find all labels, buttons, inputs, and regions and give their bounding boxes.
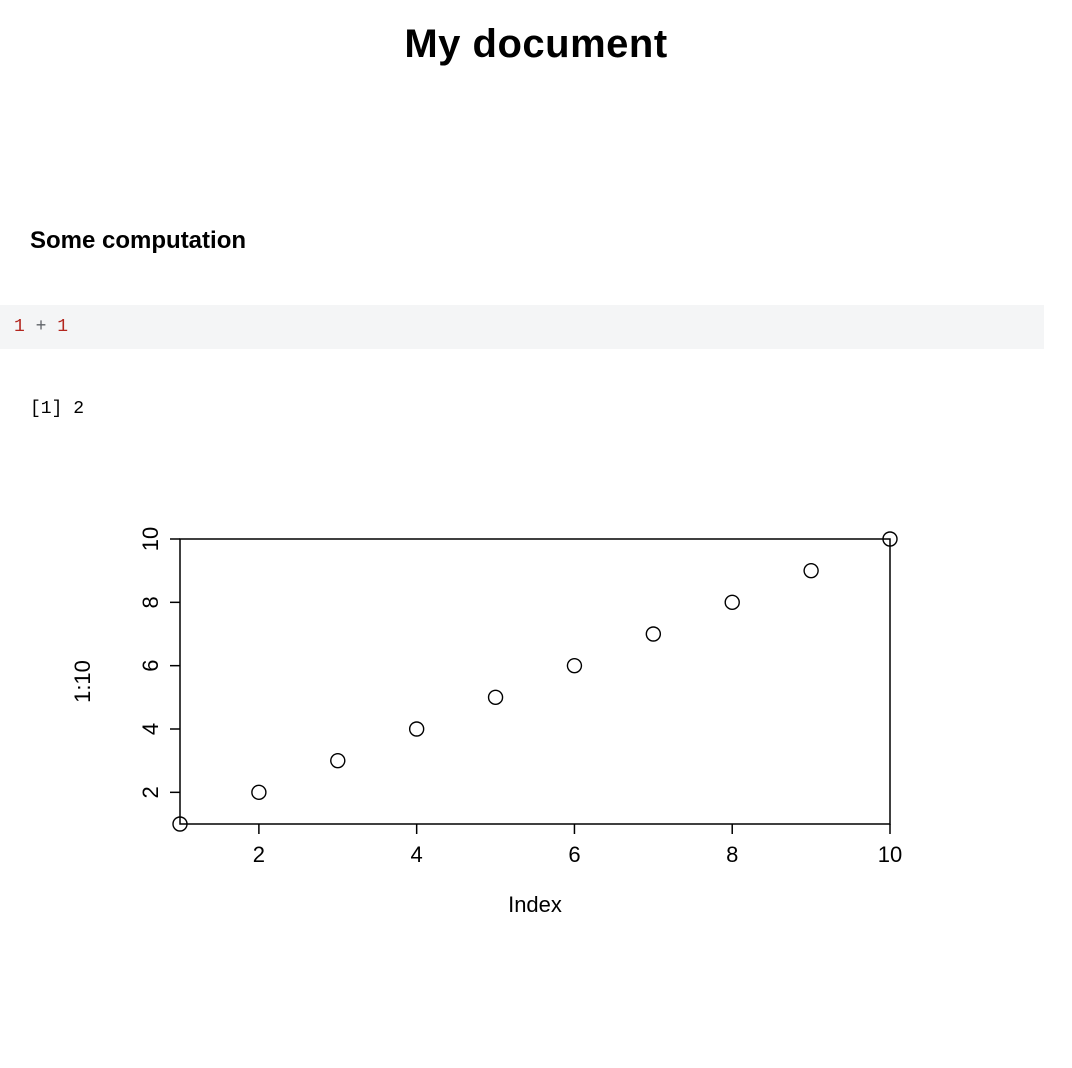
data-point (331, 754, 345, 768)
plot-frame (180, 539, 890, 824)
code-token-number: 1 (14, 317, 25, 337)
y-tick-label: 4 (138, 723, 163, 735)
code-token-operator: + (25, 317, 57, 337)
document-title: My document (30, 22, 1042, 67)
x-axis-label: Index (508, 892, 562, 917)
x-tick-label: 2 (253, 842, 265, 867)
y-axis-label: 1:10 (70, 660, 95, 703)
x-tick-label: 8 (726, 842, 738, 867)
data-point (804, 564, 818, 578)
plot-svg: 2 4 6 8 10 2 4 6 8 10 Index 1:10 (60, 519, 930, 979)
data-point (725, 595, 739, 609)
y-tick-label: 10 (138, 527, 163, 551)
document-page: My document Some computation 1 + 1 [1] 2… (0, 22, 1072, 1019)
data-point (646, 627, 660, 641)
output-block: [1] 2 (30, 399, 1042, 419)
x-tick-label: 4 (411, 842, 423, 867)
y-tick-label: 6 (138, 660, 163, 672)
data-point (489, 690, 503, 704)
scatter-plot: 2 4 6 8 10 2 4 6 8 10 Index 1:10 (60, 519, 930, 979)
y-tick-label: 8 (138, 596, 163, 608)
x-tick-label: 10 (878, 842, 902, 867)
data-point (410, 722, 424, 736)
data-point (567, 659, 581, 673)
data-point (252, 785, 266, 799)
code-block: 1 + 1 (0, 305, 1044, 349)
code-token-number: 1 (57, 317, 68, 337)
y-tick-label: 2 (138, 786, 163, 798)
section-heading: Some computation (30, 227, 1042, 255)
x-tick-label: 6 (568, 842, 580, 867)
